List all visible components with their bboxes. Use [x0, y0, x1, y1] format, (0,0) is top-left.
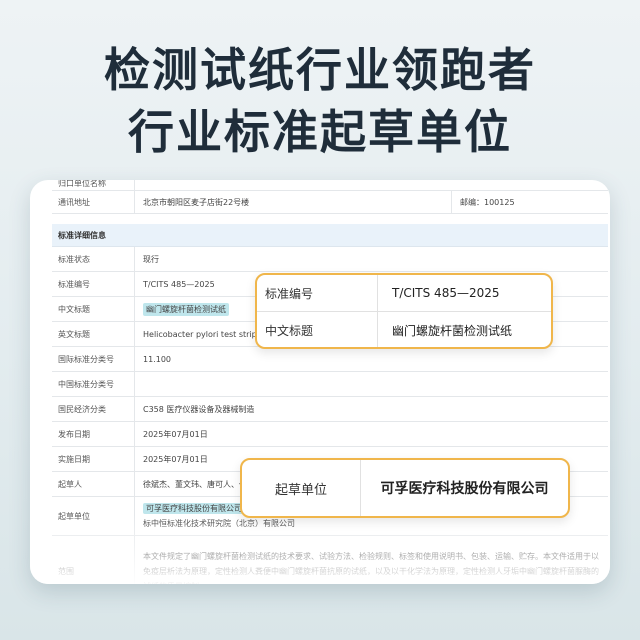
standard-info-card: 归口单位名称 通讯地址 北京市朝阳区麦子店街22号楼 邮编：100125 标准详…: [30, 180, 610, 584]
row-label: 范围: [52, 536, 135, 584]
callout-row: 标准编号 T/CITS 485—2025: [257, 275, 551, 311]
row-label: 发布日期: [52, 422, 135, 446]
drafting-unit-line-2: 标中恒标准化技术研究院（北京）有限公司: [143, 519, 295, 528]
row-label: 标准状态: [52, 247, 135, 271]
row-label: 中国标准分类号: [52, 372, 135, 396]
row-value: 北京市朝阳区麦子店街22号楼: [143, 197, 250, 207]
callout-label: 中文标题: [257, 312, 378, 347]
scope-text: 本文件规定了幽门螺旋杆菌检测试纸的技术要求、试验方法、检验规则、标签和使用说明书…: [143, 551, 599, 585]
callout-label: 起草单位: [242, 460, 361, 516]
callout-value: 幽门螺旋杆菌检测试纸: [392, 323, 513, 338]
table-row: 国民经济分类 C358 医疗仪器设备及器械制造: [52, 397, 608, 422]
row-label: 起草单位: [52, 497, 135, 535]
table-row: 发布日期 2025年07月01日: [52, 422, 608, 447]
row-label: 标准编号: [52, 272, 135, 296]
table-row: 通讯地址 北京市朝阳区麦子店街22号楼 邮编：100125: [52, 191, 608, 214]
row-label: 归口单位名称: [52, 180, 135, 190]
row-label: 国际标准分类号: [52, 347, 135, 371]
callout-value: 可孚医疗科技股份有限公司: [380, 481, 549, 497]
postcode-value: 邮编：100125: [451, 191, 608, 213]
callout-drafting-unit: 起草单位 可孚医疗科技股份有限公司: [240, 458, 570, 518]
row-label: 通讯地址: [52, 191, 135, 213]
callout-value: T/CITS 485—2025: [392, 286, 500, 300]
row-value: C358 医疗仪器设备及器械制造: [143, 404, 255, 414]
row-label: 英文标题: [52, 322, 135, 346]
table-row: 范围 本文件规定了幽门螺旋杆菌检测试纸的技术要求、试验方法、检验规则、标签和使用…: [52, 536, 608, 584]
callout-row: 中文标题 幽门螺旋杆菌检测试纸: [257, 311, 551, 347]
highlighted-title: 幽门螺旋杆菌检测试纸: [143, 302, 229, 316]
table-row: 归口单位名称: [52, 180, 608, 191]
headline-line-1: 检测试纸行业领跑者: [104, 43, 536, 97]
row-value: 2025年07月01日: [143, 429, 208, 439]
callout-label: 标准编号: [257, 275, 378, 311]
row-label: 国民经济分类: [52, 397, 135, 421]
headline-line-2: 行业标准起草单位: [128, 105, 512, 159]
callout-row: 起草单位 可孚医疗科技股份有限公司: [242, 460, 568, 516]
row-label: 起草人: [52, 472, 135, 496]
row-value: [135, 372, 608, 396]
row-label: 中文标题: [52, 297, 135, 321]
row-value: [135, 180, 608, 190]
row-value: 现行: [143, 254, 159, 264]
table-row: 中国标准分类号: [52, 372, 608, 397]
row-label: 实施日期: [52, 447, 135, 471]
table-row: 标准状态 现行: [52, 247, 608, 272]
highlighted-drafting-unit: 可孚医疗科技股份有限公司: [143, 503, 245, 514]
table-row: 国际标准分类号 11.100: [52, 347, 608, 372]
row-value: 11.100: [143, 354, 171, 364]
section-title: 标准详细信息: [52, 224, 608, 247]
standard-info-table: 归口单位名称 通讯地址 北京市朝阳区麦子店街22号楼 邮编：100125 标准详…: [52, 180, 608, 584]
callout-standard-number-title: 标准编号 T/CITS 485—2025 中文标题 幽门螺旋杆菌检测试纸: [255, 273, 553, 349]
